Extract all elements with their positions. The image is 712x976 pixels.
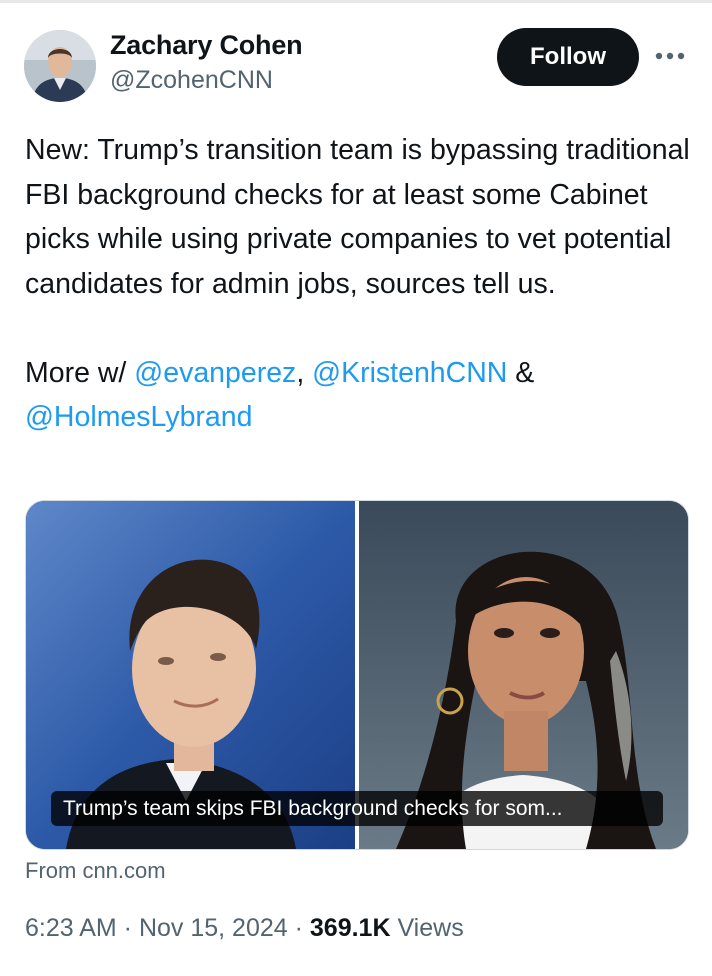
tweet-body: New: Trump’s transition team is bypassin…	[25, 134, 690, 300]
tweet-mentions-line: More w/ @evanperez, @KristenhCNN & @Holm…	[25, 351, 690, 440]
views-count: 369.1K	[309, 914, 391, 942]
mentions-comma: ,	[296, 356, 313, 389]
author-handle[interactable]: @ZcohenCNN	[110, 66, 273, 95]
views-label: Views	[390, 914, 464, 942]
tweet-meta: 6:23 AM · Nov 15, 2024 · 369.1K Views	[25, 914, 464, 943]
mentions-prefix: More w/	[25, 356, 135, 389]
avatar[interactable]	[24, 30, 96, 102]
mention-kristenhcnn[interactable]: @KristenhCNN	[312, 357, 507, 389]
tweet-date[interactable]: Nov 15, 2024	[139, 914, 288, 942]
mention-evanperez[interactable]: @evanperez	[134, 357, 296, 389]
link-card[interactable]: Trump’s team skips FBI background checks…	[25, 500, 689, 850]
follow-button[interactable]: Follow	[497, 28, 639, 86]
meta-separator: ·	[287, 914, 310, 942]
tweet-time[interactable]: 6:23 AM	[25, 914, 117, 942]
more-horizontal-icon[interactable]	[652, 44, 688, 68]
card-source[interactable]: From cnn.com	[25, 858, 166, 884]
author-name[interactable]: Zachary Cohen	[110, 30, 303, 61]
card-caption: Trump’s team skips FBI background checks…	[51, 791, 663, 826]
mentions-ampersand: &	[507, 356, 535, 389]
top-divider	[0, 0, 712, 3]
tweet-text: New: Trump’s transition team is bypassin…	[25, 128, 690, 440]
mention-holmeslybrand[interactable]: @HolmesLybrand	[25, 401, 252, 433]
meta-separator: ·	[116, 914, 139, 942]
